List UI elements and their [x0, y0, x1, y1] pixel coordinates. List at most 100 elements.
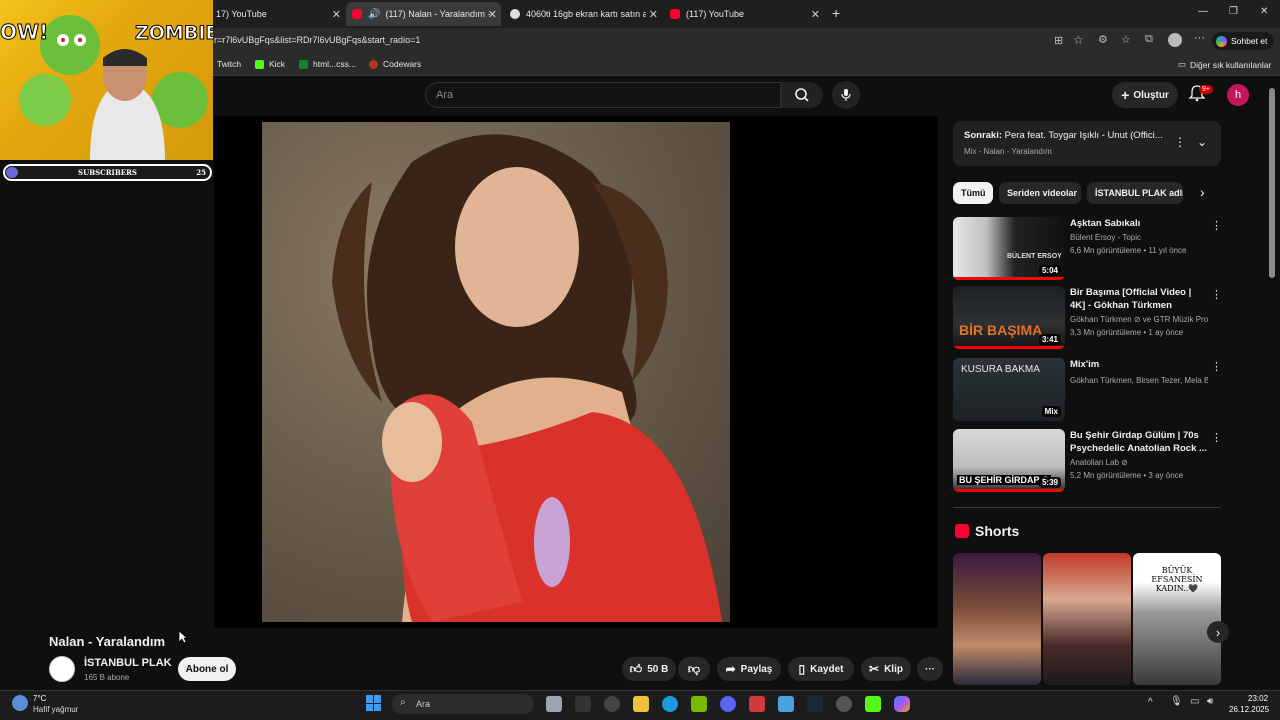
- terminal-icon[interactable]: [575, 696, 591, 712]
- more-vertical-icon[interactable]: ⋮: [1211, 431, 1222, 444]
- more-actions-button[interactable]: ···: [917, 657, 943, 681]
- tab-nalan-active[interactable]: 🔊 (117) Nalan - Yaralandım - Yo ✕: [346, 2, 501, 26]
- channel-name[interactable]: Bülent Ersoy - Topic: [1070, 233, 1208, 242]
- tab-google-search[interactable]: 4060ti 16gb ekran kartı satın al - G ✕: [504, 2, 662, 26]
- channel-name[interactable]: Gökhan Türkmen, Birsen Tezer, Mela Bed..…: [1070, 376, 1208, 385]
- bookmark-kick[interactable]: Kick: [255, 59, 285, 69]
- vpn-icon[interactable]: [778, 696, 794, 712]
- steam-icon[interactable]: [807, 696, 823, 712]
- bookmark-codewars[interactable]: Codewars: [369, 59, 421, 69]
- restore-icon[interactable]: ❐: [1229, 6, 1238, 17]
- close-window-icon[interactable]: ✕: [1260, 6, 1268, 17]
- windows-start-icon[interactable]: [366, 695, 382, 711]
- speaker-icon[interactable]: 🔊: [368, 9, 380, 20]
- page-scrollbar[interactable]: [1269, 88, 1275, 278]
- extension-icon[interactable]: ⚙: [1098, 33, 1108, 46]
- microphone-tray-icon[interactable]: 🎙︎: [1170, 696, 1183, 707]
- more-menu-icon[interactable]: ···: [1194, 32, 1205, 44]
- like-button[interactable]: 👍︎ 50 B: [622, 657, 676, 681]
- chatgpt-icon[interactable]: [604, 696, 620, 712]
- url-text[interactable]: r=r7l6vUBgFqs&list=RDr7l6vUBgFqs&start_r…: [214, 35, 420, 45]
- task-view-icon[interactable]: [546, 696, 562, 712]
- video-title[interactable]: Bu Şehir Girdap Gülüm | 70s Psychedelic …: [1070, 429, 1208, 455]
- channel-name[interactable]: Anatolian Lab ⊘: [1070, 458, 1208, 467]
- video-thumbnail[interactable]: KUSURA BAKMA Mix: [953, 358, 1065, 421]
- clock-date[interactable]: 26.12.2025: [1229, 705, 1269, 714]
- nvidia-icon[interactable]: [691, 696, 707, 712]
- chip-series[interactable]: Seriden videolar: [999, 182, 1081, 204]
- subscribe-button[interactable]: Abone ol: [178, 657, 236, 681]
- profile-icon[interactable]: [1168, 33, 1182, 47]
- apps-icon[interactable]: ⊞: [1054, 34, 1063, 47]
- discord-icon[interactable]: [720, 696, 736, 712]
- recommendation-item[interactable]: BU ŞEHİR GİRDAP G 5:39 Bu Şehir Girdap G…: [953, 429, 1222, 495]
- channel-avatar[interactable]: [49, 656, 75, 682]
- up-next-panel[interactable]: Sonraki: Pera feat. Toygar Işıklı - Unut…: [953, 121, 1221, 166]
- collections-icon[interactable]: ⧉: [1145, 33, 1153, 46]
- create-button[interactable]: + Oluştur: [1112, 82, 1178, 108]
- minimize-icon[interactable]: —: [1198, 6, 1208, 17]
- video-thumbnail[interactable]: BU ŞEHİR GİRDAP G 5:39: [953, 429, 1065, 492]
- chip-all[interactable]: Tümü: [953, 182, 993, 204]
- chevron-right-icon[interactable]: ›: [1200, 184, 1205, 200]
- voice-search-button[interactable]: [832, 81, 860, 109]
- video-thumbnail[interactable]: BİR BAŞIMA 3:41: [953, 286, 1065, 349]
- more-vertical-icon[interactable]: ⋮: [1211, 288, 1222, 301]
- bookmark-html-css[interactable]: html...css...: [299, 59, 356, 69]
- favorites-icon[interactable]: ☆: [1121, 33, 1131, 46]
- weather-description[interactable]: Hafif yağmur: [33, 705, 78, 714]
- recommendation-item[interactable]: KUSURA BAKMA Mix Mix'im Gökhan Türkmen, …: [953, 358, 1222, 424]
- recommendation-item[interactable]: BİR BAŞIMA 3:41 Bir Başıma [Official Vid…: [953, 286, 1222, 352]
- kick-app-icon[interactable]: [865, 696, 881, 712]
- close-tab-icon[interactable]: ✕: [488, 8, 497, 21]
- new-tab-icon[interactable]: +: [832, 5, 840, 21]
- youtube-favicon-icon: [670, 9, 680, 19]
- save-button[interactable]: ▯ Kaydet: [788, 657, 854, 681]
- favorite-star-icon[interactable]: ☆: [1073, 33, 1084, 47]
- video-frame[interactable]: [262, 122, 730, 622]
- short-video-thumbnail[interactable]: [953, 553, 1041, 685]
- obs-icon[interactable]: [836, 696, 852, 712]
- volume-icon[interactable]: 🔊︎: [1207, 696, 1213, 707]
- more-vertical-icon[interactable]: ⋮: [1211, 360, 1222, 373]
- search-input[interactable]: Ara: [425, 82, 781, 108]
- recommendation-item[interactable]: BÜLENT ERSOY 5:04 Aşktan Sabıkalı Bülent…: [953, 217, 1222, 283]
- dislike-button[interactable]: 👎︎: [678, 657, 710, 681]
- account-avatar[interactable]: h: [1227, 84, 1249, 106]
- share-button[interactable]: ➦ Paylaş: [717, 657, 781, 681]
- tab-youtube-2[interactable]: (117) YouTube ✕: [664, 2, 824, 26]
- other-bookmarks[interactable]: ▭ Diğer sık kullanılanlar: [1178, 59, 1271, 70]
- app-icon[interactable]: [749, 696, 765, 712]
- copilot-chat-button[interactable]: Sohbet et: [1212, 32, 1274, 50]
- tab-youtube-1[interactable]: 17) YouTube ✕: [210, 2, 345, 26]
- video-title[interactable]: Aşktan Sabıkalı: [1070, 217, 1208, 230]
- edge-browser-icon[interactable]: [662, 696, 678, 712]
- chevron-down-icon[interactable]: ⌄: [1197, 135, 1207, 149]
- close-tab-icon[interactable]: ✕: [811, 8, 820, 21]
- close-tab-icon[interactable]: ✕: [649, 8, 658, 21]
- channel-name[interactable]: İSTANBUL PLAK: [84, 657, 172, 669]
- video-title[interactable]: Mix'im: [1070, 358, 1208, 371]
- weather-icon[interactable]: [12, 695, 28, 711]
- search-button[interactable]: [781, 82, 823, 108]
- bookmark-twitch[interactable]: Twitch: [217, 59, 241, 69]
- clip-button[interactable]: ✂ Klip: [861, 657, 911, 681]
- chip-channel[interactable]: İSTANBUL PLAK adlı: [1087, 182, 1183, 204]
- shorts-next-button[interactable]: ›: [1207, 621, 1229, 643]
- copilot-app-icon[interactable]: [894, 696, 910, 712]
- short-video-thumbnail[interactable]: [1043, 553, 1131, 685]
- close-tab-icon[interactable]: ✕: [332, 8, 341, 21]
- more-vertical-icon[interactable]: ⋮: [1174, 135, 1186, 149]
- chevron-up-icon[interactable]: ^: [1148, 697, 1153, 708]
- plus-icon: +: [1121, 87, 1130, 103]
- video-title[interactable]: Bir Başıma [Official Video | 4K] - Gökha…: [1070, 286, 1208, 312]
- clock-time[interactable]: 23:02: [1248, 694, 1268, 703]
- network-icon[interactable]: ▭: [1190, 696, 1199, 707]
- weather-temperature[interactable]: 7°C: [33, 694, 46, 703]
- more-vertical-icon[interactable]: ⋮: [1211, 219, 1222, 232]
- file-explorer-icon[interactable]: [633, 696, 649, 712]
- video-thumbnail[interactable]: BÜLENT ERSOY 5:04: [953, 217, 1065, 280]
- short-video-thumbnail[interactable]: BÜYÜK EFSANESİN KADIN..🖤: [1133, 553, 1221, 685]
- channel-name[interactable]: Gökhan Türkmen ⊘ ve GTR Müzik Prod...: [1070, 315, 1208, 324]
- taskbar-search[interactable]: ⌕ Ara: [392, 694, 534, 714]
